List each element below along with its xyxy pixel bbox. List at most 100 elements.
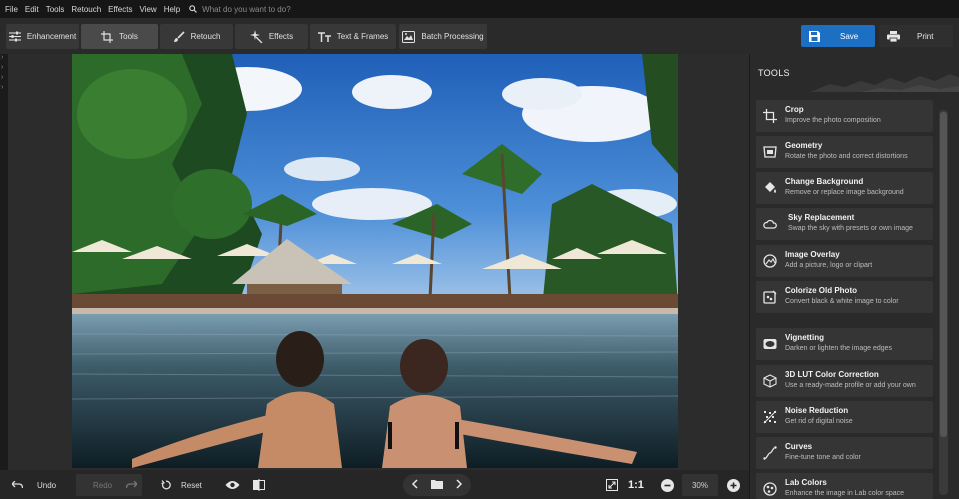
tool-noise-reduction[interactable]: Noise Reduction Get rid of digital noise (756, 401, 933, 433)
cube-icon (763, 374, 777, 388)
tool-crop[interactable]: Crop Improve the photo composition (756, 100, 933, 132)
tool-lab-colors[interactable]: Lab Colors Enhance the image in Lab colo… (756, 473, 933, 499)
main-toolbar: Enhancement Tools Retouch Effects Text &… (0, 18, 959, 54)
reset-button[interactable]: Reset (157, 474, 215, 496)
tool-curves[interactable]: Curves Fine-tune tone and color (756, 437, 933, 469)
menu-edit[interactable]: Edit (25, 5, 39, 14)
undo-icon (12, 481, 23, 489)
tool-colorize-old-photo[interactable]: Colorize Old Photo Convert black & white… (756, 281, 933, 313)
eye-icon (225, 481, 239, 489)
print-button[interactable]: Print (879, 25, 953, 47)
folder-icon (431, 480, 443, 489)
chevron-right-icon (456, 479, 463, 489)
chevron-right-icon[interactable]: › (1, 54, 3, 61)
tool-name: Vignetting (785, 333, 824, 342)
image-navigation (403, 474, 471, 496)
tab-label: Text & Frames (336, 32, 389, 41)
tab-label: Tools (119, 32, 138, 41)
menu-view[interactable]: View (139, 5, 156, 14)
tool-description: Improve the photo composition (785, 117, 881, 124)
tab-batch-processing[interactable]: Batch Processing (399, 24, 487, 49)
tool-name: Curves (785, 442, 813, 451)
preview-toggle[interactable] (222, 474, 242, 496)
zoom-out-button[interactable] (659, 474, 675, 496)
tools-panel: TOOLS Crop Improve the photo composition… (749, 54, 959, 499)
zoom-level-field[interactable]: 30% (682, 474, 718, 496)
tool-description: Use a ready-made profile or add your own (785, 382, 916, 389)
tab-enhancement[interactable]: Enhancement (6, 24, 79, 49)
tool-image-overlay[interactable]: Image Overlay Add a picture, logo or cli… (756, 245, 933, 277)
tool-description: Darken or lighten the image edges (785, 345, 893, 352)
tool-name: Change Background (785, 177, 864, 186)
menu-help[interactable]: Help (164, 5, 180, 14)
resort-pool-photo (72, 54, 678, 468)
tool-name: 3D LUT Color Correction (785, 370, 879, 379)
compare-toggle[interactable] (250, 474, 268, 496)
tool-description: Get rid of digital noise (785, 418, 853, 425)
tool-geometry[interactable]: Geometry Rotate the photo and correct di… (756, 136, 933, 168)
menu-bar: File Edit Tools Retouch Effects View Hel… (0, 0, 959, 18)
redo-icon (126, 481, 138, 489)
curves-icon (763, 446, 777, 460)
undo-button[interactable]: Undo (8, 474, 68, 496)
menu-tools[interactable]: Tools (46, 5, 65, 14)
menu-file[interactable]: File (5, 5, 18, 14)
reset-label: Reset (181, 480, 202, 490)
zoom-in-button[interactable] (725, 474, 741, 496)
tool-description: Add a picture, logo or clipart (785, 262, 873, 269)
search-icon (189, 5, 197, 13)
plus-circle-icon (726, 478, 740, 492)
chevron-right-icon[interactable]: › (1, 74, 3, 81)
tool-vignetting[interactable]: Vignetting Darken or lighten the image e… (756, 328, 933, 360)
chevron-left-icon (411, 479, 418, 489)
save-button[interactable]: Save (801, 25, 875, 47)
lab-icon (763, 482, 777, 496)
tab-text-frames[interactable]: Text & Frames (310, 24, 396, 49)
next-image-button[interactable] (455, 479, 463, 491)
chevron-right-icon[interactable]: › (1, 64, 3, 71)
fit-to-screen-button[interactable] (604, 474, 620, 496)
tool-description: Fine-tune tone and color (785, 454, 861, 461)
open-folder-button[interactable] (431, 479, 443, 491)
tab-label: Retouch (190, 32, 221, 41)
panel-scrollbar[interactable] (939, 110, 948, 495)
redo-button[interactable]: Redo (76, 474, 142, 496)
tool-3d-lut-color-correction[interactable]: 3D LUT Color Correction Use a ready-made… (756, 365, 933, 397)
collapsed-side-panel[interactable]: › › › › (0, 54, 8, 470)
tool-sky-replacement[interactable]: Sky Replacement Swap the sky with preset… (756, 208, 933, 240)
tab-label: Enhancement (26, 32, 77, 41)
vignette-icon (763, 339, 777, 349)
sliders-icon (8, 31, 21, 42)
crop-icon (763, 109, 777, 123)
tool-description: Remove or replace image background (785, 189, 904, 196)
actual-size-button[interactable]: 1:1 (628, 474, 652, 496)
tool-change-background[interactable]: Change Background Remove or replace imag… (756, 172, 933, 204)
tool-name: Crop (785, 105, 804, 114)
menu-effects[interactable]: Effects (108, 5, 132, 14)
chevron-right-icon[interactable]: › (1, 84, 3, 91)
tool-name: Image Overlay (785, 250, 840, 259)
tab-tools[interactable]: Tools (81, 24, 158, 49)
cloud-icon (763, 219, 777, 229)
save-icon (809, 30, 820, 42)
tab-effects[interactable]: Effects (235, 24, 308, 49)
scrollbar-thumb[interactable] (940, 112, 947, 437)
menu-retouch[interactable]: Retouch (71, 5, 101, 14)
panel-header: TOOLS (750, 54, 959, 92)
overlay-icon (763, 254, 777, 268)
tool-description: Rotate the photo and correct distortions (785, 153, 908, 160)
compare-icon (253, 479, 265, 491)
brush-icon (173, 30, 185, 42)
tab-retouch[interactable]: Retouch (160, 24, 233, 49)
image-canvas[interactable] (8, 54, 749, 470)
reset-icon (161, 480, 171, 490)
geometry-icon (763, 146, 777, 158)
noise-icon (763, 410, 777, 424)
search-box[interactable]: What do you want to do? (189, 5, 291, 14)
colorize-icon (763, 290, 777, 304)
tool-name: Geometry (785, 141, 823, 150)
tool-name: Noise Reduction (785, 406, 849, 415)
paint-bucket-icon (765, 182, 776, 193)
photo-preview[interactable] (72, 54, 678, 468)
previous-image-button[interactable] (411, 479, 419, 491)
